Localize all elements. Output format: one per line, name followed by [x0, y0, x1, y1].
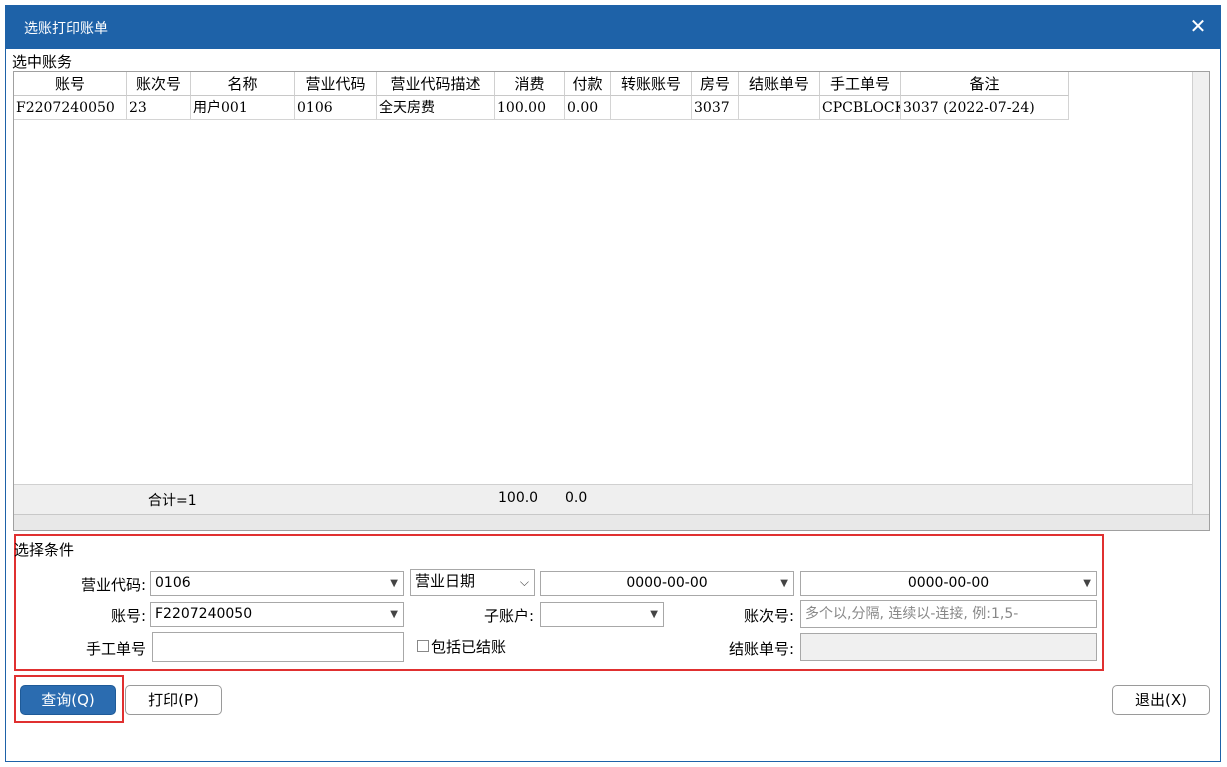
col-header-remark[interactable]: 备注	[901, 72, 1069, 96]
col-header-payment[interactable]: 付款	[565, 72, 611, 96]
dropdown-arrow-icon: ▼	[780, 578, 788, 589]
table-cell[interactable]: 0.00	[565, 96, 611, 120]
col-header-account[interactable]: 账号	[14, 72, 127, 96]
business-code-value: 0106	[155, 575, 191, 591]
include-settled-label: 包括已结账	[431, 638, 507, 656]
account-label: 账号:	[110, 607, 146, 625]
close-icon[interactable]: ✕	[1184, 12, 1212, 40]
col-header-consume[interactable]: 消费	[495, 72, 565, 96]
table-cell[interactable]: 3037 (2022-07-24)	[901, 96, 1069, 120]
business-code-label: 营业代码:	[80, 576, 146, 594]
checkout-no-label: 结账单号:	[728, 640, 794, 658]
footer-payment-total: 0.0	[565, 490, 588, 506]
col-header-checkout[interactable]: 结账单号	[739, 72, 820, 96]
sub-account-label: 子账户:	[483, 607, 534, 625]
date-from-combo[interactable]: 0000-00-00 ▼	[540, 571, 794, 596]
table-cell[interactable]: 0106	[295, 96, 377, 120]
dropdown-arrow-icon: ▼	[390, 609, 398, 620]
table-footer: 合计=1 100.0 0.0	[14, 484, 1192, 514]
date-from-value: 0000-00-00	[626, 575, 708, 591]
table-cell[interactable]: 100.00	[495, 96, 565, 120]
table-cell[interactable]: CPCBLOCK	[820, 96, 901, 120]
footer-consume-total: 100.0	[498, 490, 539, 506]
dropdown-arrow-icon: ▼	[1083, 578, 1091, 589]
sub-account-combo[interactable]: ▼	[540, 602, 664, 627]
date-to-combo[interactable]: 0000-00-00 ▼	[800, 571, 1097, 596]
table-cell[interactable]: 3037	[692, 96, 739, 120]
col-header-manual[interactable]: 手工单号	[820, 72, 901, 96]
manual-no-label: 手工单号	[85, 640, 146, 658]
table-cell[interactable]: 全天房费	[377, 96, 495, 120]
query-button[interactable]: 查询(Q)	[20, 685, 116, 715]
table-cell[interactable]: 用户001	[191, 96, 295, 120]
chevron-down-icon: ⌵	[519, 575, 529, 589]
include-settled-checkbox[interactable]	[417, 640, 429, 652]
criteria-section-label: 选择条件	[14, 541, 75, 559]
checkout-no-input[interactable]	[800, 633, 1097, 661]
account-combo[interactable]: F2207240050 ▼	[150, 602, 404, 627]
col-header-name[interactable]: 名称	[191, 72, 295, 96]
table-cell[interactable]	[611, 96, 692, 120]
business-code-combo[interactable]: 0106 ▼	[150, 571, 404, 596]
table-cell[interactable]: F2207240050	[14, 96, 127, 120]
col-header-seq[interactable]: 账次号	[127, 72, 191, 96]
selected-section-label: 选中账务	[12, 53, 73, 71]
dropdown-arrow-icon: ▼	[650, 609, 658, 620]
col-header-business-code[interactable]: 营业代码	[295, 72, 377, 96]
account-value: F2207240050	[155, 606, 253, 622]
seq-label: 账次号:	[743, 607, 794, 625]
footer-count: 合计=1	[148, 493, 197, 509]
date-type-value: 营业日期	[415, 572, 476, 590]
col-header-room[interactable]: 房号	[692, 72, 739, 96]
vertical-scrollbar[interactable]	[1192, 72, 1209, 514]
exit-button[interactable]: 退出(X)	[1112, 685, 1210, 715]
accounts-table: 账号 账次号 名称 营业代码 营业代码描述 消费 付款 转账账号 房号 结账单号…	[13, 71, 1210, 531]
col-header-transfer[interactable]: 转账账号	[611, 72, 692, 96]
horizontal-scrollbar[interactable]	[14, 514, 1209, 530]
dropdown-arrow-icon: ▼	[390, 578, 398, 589]
manual-no-input[interactable]	[152, 632, 404, 662]
col-header-business-desc[interactable]: 营业代码描述	[377, 72, 495, 96]
print-button[interactable]: 打印(P)	[125, 685, 222, 715]
date-to-value: 0000-00-00	[907, 575, 990, 591]
seq-input[interactable]: 多个以,分隔, 连续以-连接, 例:1,5-	[800, 600, 1097, 628]
table-cell[interactable]: 23	[127, 96, 191, 120]
dialog-window: 选账打印账单 ✕ 选中账务 账号 账次号 名称 营业代码 营业代码描述 消费 付…	[5, 5, 1221, 762]
window-title: 选账打印账单	[24, 21, 108, 37]
table-cell[interactable]	[739, 96, 820, 120]
date-type-select[interactable]: 营业日期 ⌵	[410, 569, 535, 596]
title-bar: 选账打印账单 ✕	[6, 6, 1220, 49]
